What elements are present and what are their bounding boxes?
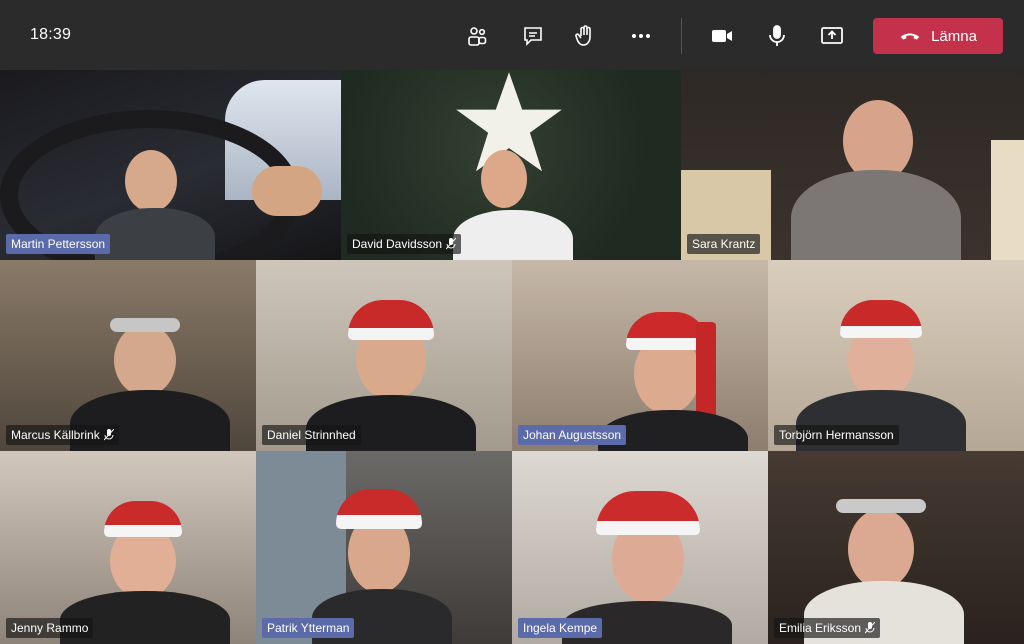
participant-name: Sara Krantz <box>687 234 761 254</box>
more-button[interactable] <box>623 19 659 53</box>
leave-button[interactable]: Lämna <box>873 18 1003 54</box>
share-screen-button[interactable] <box>814 19 850 53</box>
video-tile[interactable]: Martin Pettersson <box>0 70 341 260</box>
camera-icon <box>712 30 732 42</box>
meeting-timer: 18:39 <box>30 26 72 43</box>
video-tile[interactable]: Sara Krantz <box>681 70 1024 260</box>
video-tile[interactable]: Daniel Strinnhed <box>256 260 512 451</box>
video-tile[interactable]: Ingela Kempe <box>512 451 768 644</box>
video-tile[interactable]: Emilia Eriksson <box>768 451 1024 644</box>
participant-name: Johan Augustsson <box>518 425 627 445</box>
chat-button[interactable] <box>515 19 551 53</box>
video-tile[interactable]: Johan Augustsson <box>512 260 768 451</box>
participant-name: Marcus Källbrink <box>6 425 119 445</box>
video-tile[interactable]: Torbjörn Hermansson <box>768 260 1024 451</box>
muted-mic-icon <box>446 238 457 250</box>
participant-name: David Davidsson <box>347 234 462 254</box>
muted-mic-icon <box>103 429 114 441</box>
hang-up-icon <box>900 33 920 40</box>
people-icon <box>468 27 487 46</box>
microphone-button[interactable] <box>759 19 795 53</box>
participants-button[interactable] <box>459 19 495 53</box>
video-tile[interactable]: Marcus Källbrink <box>0 260 256 451</box>
camera-button[interactable] <box>704 19 740 53</box>
video-tile[interactable]: Patrik Ytterman <box>256 451 512 644</box>
video-grid: Martin Pettersson David Davidsson Sara K… <box>0 70 1024 644</box>
mic-icon <box>769 25 785 46</box>
video-tile[interactable]: David Davidsson <box>341 70 681 260</box>
hand-icon <box>575 25 591 46</box>
participant-name: Daniel Strinnhed <box>262 425 361 445</box>
participant-name: Patrik Ytterman <box>262 618 355 638</box>
meeting-toolbar: 18:39 Lämna <box>0 0 1024 70</box>
participant-name: Emilia Eriksson <box>774 618 881 638</box>
leave-label: Lämna <box>931 27 977 45</box>
video-tile[interactable]: Jenny Rammo <box>0 451 256 644</box>
chat-icon <box>524 27 542 46</box>
participant-name: Martin Pettersson <box>6 234 111 254</box>
participant-name: Jenny Rammo <box>6 618 94 638</box>
participant-name: Ingela Kempe <box>518 618 603 638</box>
toolbar-divider <box>681 18 682 54</box>
muted-mic-icon <box>865 622 876 634</box>
raise-hand-button[interactable] <box>567 19 603 53</box>
share-icon <box>821 27 843 44</box>
participant-name: Torbjörn Hermansson <box>774 425 899 445</box>
more-icon <box>632 34 650 38</box>
